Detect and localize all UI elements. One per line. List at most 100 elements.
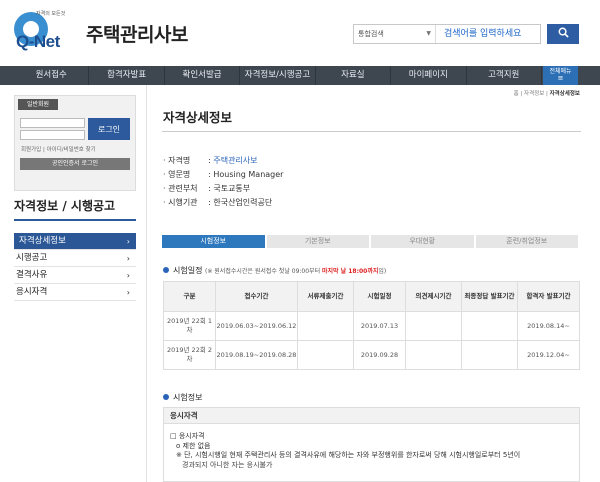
logo-subtitle: 자격의 모든것 [36,11,66,17]
nav-item-resources[interactable]: 자료실 [316,66,392,85]
breadcrumb-current: 자격상세정보 [549,91,580,97]
col-header: 최종정답 발표기간 [461,281,518,312]
table-cell: 2019.06.03~2019.06.12 [215,311,298,341]
sidebar-item-label: 응시자격 [16,287,48,297]
breadcrumb-home[interactable]: 홈 [514,91,519,97]
search-scope-label: 통합검색 [358,30,384,38]
info-row-department: · 관련부처: 국토교통부 [163,184,251,193]
col-header: 시험일정 [353,281,406,312]
info-value: 국토교통부 [213,184,251,193]
table-cell [297,311,354,341]
breadcrumb: 홈 | 자격정보 | 자격상세정보 [513,91,580,97]
qnet-logo[interactable]: 자격의 모든것 Q-Net [14,10,78,54]
tab-training[interactable]: 훈련/취업정보 [475,235,580,248]
login-id-field[interactable] [20,118,85,128]
login-password-field[interactable] [20,130,85,140]
table-cell [461,311,518,341]
qualification-body: □ 응시자격 o 제한 없음 ※ 단, 시험시행일 현재 주택관리사 등의 결격… [164,424,579,478]
table-cell [405,311,462,341]
qualification-name-link[interactable]: 주택관리사보 [213,156,257,165]
sidebar-menu: 자격상세정보 › 시행공고 › 결격사유 › 응시자격 › [14,233,136,301]
col-header: 접수기간 [215,281,298,312]
cert-login-button[interactable]: 공인인증서 로그인 [20,158,130,170]
sidebar-section-title: 자격정보 / 시행공고 [14,199,116,213]
info-value: 한국산업인력공단 [213,198,273,207]
sidebar-item-label: 시행공고 [16,253,48,263]
table-cell: 2019.08.19~2019.08.28 [215,340,298,370]
schedule-note-end: 임) [378,268,387,275]
table-cell [297,340,354,370]
info-row-english: · 영문명: Housing Manager [163,170,284,179]
table-cell [461,340,518,370]
qualification-info: · 자격명: 주택관리사보 · 영문명: Housing Manager · 관… [163,155,463,211]
table-cell: 2019년 22회 1차 [163,311,216,341]
login-box: 일반회원 로그인 회원가입 | 아이디/비밀번호 찾기 공인인증서 로그인 [14,95,136,191]
logo-text: Q-Net [16,32,60,51]
table-row: 2019년 22회 1차 2019.06.03~2019.06.12 2019.… [163,311,580,341]
chevron-right-icon: › [126,271,130,280]
qual-line: ※ 단, 시험시행일 현재 주택관리사 등의 결격사유에 해당하는 자와 부정행… [176,451,521,459]
tab-basic-info[interactable]: 기본정보 [266,235,371,248]
qual-line: □ 응시자격 [170,432,205,440]
chevron-right-icon: › [126,237,130,246]
col-header: 의견제시기간 [405,281,462,312]
sidebar-divider [14,219,136,221]
qualification-box: 응시자격 □ 응시자격 o 제한 없음 ※ 단, 시험시행일 현재 주택관리사 … [163,407,580,482]
info-value: Housing Manager [213,170,284,179]
table-cell: 2019년 22회 2차 [163,340,216,370]
table-cell: 2019.09.28 [353,340,406,370]
nav-item-support[interactable]: 고객지원 [467,66,542,85]
login-button[interactable]: 로그인 [88,118,130,140]
sidebar-item-notice[interactable]: 시행공고 › [14,250,136,267]
left-column: 일반회원 로그인 회원가입 | 아이디/비밀번호 찾기 공인인증서 로그인 자격… [14,85,136,482]
breadcrumb-mid[interactable]: 자격정보 [524,91,544,97]
search-input[interactable] [440,25,540,43]
sidebar-item-disqualification[interactable]: 결격사유 › [14,267,136,284]
search-button[interactable] [547,24,579,44]
table-cell: 2019.12.04~ [517,340,580,370]
chevron-right-icon: › [126,288,130,297]
tab-preference[interactable]: 우대현황 [371,235,476,248]
info-label: 자격명 [168,156,191,165]
schedule-note: (※ 원서접수시간은 원서접수 첫날 09:00부터 마지막 날 18:00까지… [205,268,386,275]
info-label: 시행기관 [168,198,198,207]
qualification-header: 응시자격 [164,408,579,424]
nav-item-mypage[interactable]: 마이페이지 [391,66,467,85]
table-row: 2019년 22회 2차 2019.08.19~2019.08.28 2019.… [163,340,580,370]
table-cell: 2019.08.14~ [517,311,580,341]
schedule-note-text: (※ 원서접수시간은 원서접수 첫날 09:00부터 [205,268,322,275]
search-scope-select[interactable]: 통합검색 ▼ [354,25,436,43]
nav-item-certificate[interactable]: 확인서발급 [165,66,241,85]
nav-item-qualification[interactable]: 자격정보/시행공고 [240,66,316,85]
header: 자격의 모든것 Q-Net 주택관리사보 통합검색 ▼ [0,0,600,66]
schedule-heading: 시험일정 (※ 원서접수시간은 원서접수 첫날 09:00부터 마지막 날 18… [163,265,386,276]
table-header-row: 구분 접수기간 서류제출기간 시험일정 의견제시기간 최종정답 발표기간 합격자… [163,281,580,312]
col-header: 합격자 발표기간 [517,281,580,312]
schedule-title: 시험일정 [173,266,203,275]
nav-items: 원서접수 합격자발표 확인서발급 자격정보/시행공고 자료실 마이페이지 고객지… [14,66,542,85]
info-label: 관련부처 [168,184,198,193]
info-label: 영문명 [168,170,191,179]
schedule-note-deadline: 마지막 날 18:00까지 [322,268,379,275]
login-title: 일반회원 [18,99,58,110]
nav-item-results[interactable]: 합격자발표 [89,66,165,85]
search-icon [558,27,569,38]
sidebar-item-qualification-detail[interactable]: 자격상세정보 › [14,233,136,250]
chevron-right-icon: › [126,254,130,263]
sidebar-item-eligibility[interactable]: 응시자격 › [14,284,136,301]
main-content: 홈 | 자격정보 | 자격상세정보 자격상세정보 · 자격명: 주택관리사보 ·… [146,85,581,482]
bullet-icon [163,266,169,273]
exam-info-heading: 시험정보 [163,392,202,403]
title-divider [162,131,581,132]
info-tabs: 시험정보 기본정보 우대현황 훈련/취업정보 [162,235,580,248]
nav-item-application[interactable]: 원서접수 [14,66,90,85]
login-links[interactable]: 회원가입 | 아이디/비밀번호 찾기 [21,145,96,153]
tab-exam-info[interactable]: 시험정보 [162,235,267,248]
schedule-table: 구분 접수기간 서류제출기간 시험일정 의견제시기간 최종정답 발표기간 합격자… [163,281,580,370]
qual-line: o 제한 없음 [176,441,211,450]
all-menu-button[interactable]: 전체메뉴 ≡ [543,66,578,85]
menu-icon: ≡ [557,74,564,82]
exam-info-title: 시험정보 [173,393,203,402]
col-header: 서류제출기간 [297,281,354,312]
info-row-agency: · 시행기관: 한국산업인력공단 [163,198,273,207]
